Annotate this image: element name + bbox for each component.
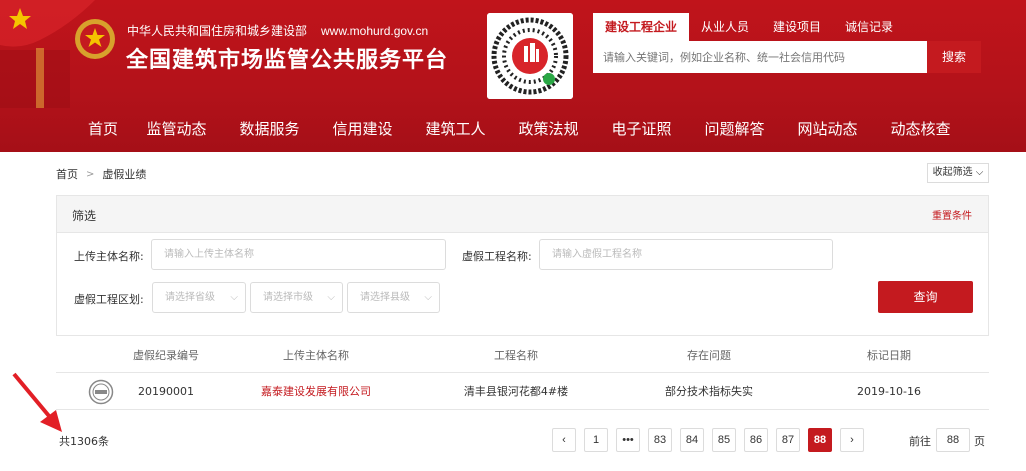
nav-item-policies[interactable]: 政策法规 [502,118,595,139]
page-button[interactable]: 1 [584,428,608,452]
total-count: 共1306条 [59,435,109,448]
chevron-down-icon: ⌵ [975,167,984,178]
reset-conditions-link[interactable]: 重置条件 [932,207,972,222]
column-header-project: 工程名称 [494,349,538,362]
search-tab-projects[interactable]: 建设项目 [761,13,833,41]
pagination: ‹ 1 ••• 83 84 85 86 87 88 › [552,428,872,452]
issue-text: 部分技术指标失实 [665,385,753,398]
column-header-issue: 存在问题 [687,349,731,362]
nav-item-home[interactable]: 首页 [70,118,130,139]
county-select[interactable]: 请选择县级 ⌵ [347,282,440,313]
province-select-value: 请选择省级 [165,292,215,303]
nav-item-site-news[interactable]: 网站动态 [781,118,874,139]
annotation-arrow-icon [12,372,62,432]
page-button[interactable]: 86 [744,428,768,452]
goto-page-input[interactable]: 88 [936,428,970,452]
next-page-button[interactable]: › [840,428,864,452]
chevron-down-icon: ⌵ [230,292,238,303]
page-button[interactable]: 87 [776,428,800,452]
collapse-filter-button[interactable]: 收起筛选 ⌵ [927,163,989,183]
page-button-current[interactable]: 88 [808,428,832,452]
nav-item-supervision[interactable]: 监管动态 [130,118,223,139]
mark-date: 2019-10-16 [857,384,921,398]
project-name: 清丰县银河花都4#楼 [463,385,569,398]
search-tab-personnel[interactable]: 从业人员 [689,13,761,41]
breadcrumb-current: 虚假业绩 [102,168,147,181]
breadcrumb-home[interactable]: 首页 [56,166,78,182]
filter-header: 筛选 重置条件 [57,196,988,233]
region-label: 虚假工程区划: [74,293,144,306]
breadcrumb: 首页 > 虚假业绩 [56,166,146,182]
site-subtitle: 中华人民共和国住房和城乡建设部 www.mohurd.gov.cn [127,22,428,39]
nav-item-verification[interactable]: 动态核查 [874,118,967,139]
record-id: 20190001 [138,384,194,398]
goto-label: 前往 [909,435,931,448]
table-header: 虚假纪录编号 上传主体名称 工程名称 存在问题 标记日期 [56,338,989,373]
search-tabs: 建设工程企业 从业人员 建设项目 诚信记录 [593,13,981,41]
site-header: 中华人民共和国住房和城乡建设部 www.mohurd.gov.cn 全国建筑市场监… [0,0,1026,152]
project-label: 虚假工程名称: [462,250,532,263]
chevron-left-icon: ‹ [562,434,566,446]
ministry-domain[interactable]: www.mohurd.gov.cn [321,24,428,38]
page-button[interactable]: 84 [680,428,704,452]
nav-item-data-services[interactable]: 数据服务 [223,118,316,139]
column-header-record-id: 虚假纪录编号 [133,349,199,362]
chevron-down-icon: ⌵ [327,292,335,303]
filter-panel: 筛选 重置条件 上传主体名称: 请输入上传主体名称 虚假工程名称: 请输入虚假工… [56,195,989,336]
emblem-icon [75,19,115,59]
nav-item-credit[interactable]: 信用建设 [316,118,409,139]
search-panel: 建设工程企业 从业人员 建设项目 诚信记录 搜索 [593,13,981,73]
project-input[interactable]: 请输入虚假工程名称 [539,239,833,270]
search-input[interactable] [593,41,927,73]
search-box: 搜索 [593,41,981,73]
search-tab-enterprise[interactable]: 建设工程企业 [593,13,690,41]
nav-item-faq[interactable]: 问题解答 [688,118,781,139]
site-title[interactable]: 全国建筑市场监管公共服务平台 [126,42,448,74]
qr-code-icon [487,13,573,99]
prev-page-button[interactable]: ‹ [552,428,576,452]
page-ellipsis[interactable]: ••• [616,428,640,452]
search-button[interactable]: 搜索 [927,41,981,73]
chevron-right-icon: > [86,168,95,180]
nav-item-e-certificates[interactable]: 电子证照 [595,118,688,139]
table-row[interactable]: 20190001 嘉泰建设发展有限公司 清丰县银河花都4#楼 部分技术指标失实 … [56,373,989,410]
search-tab-credit[interactable]: 诚信记录 [833,13,905,41]
ministry-name: 中华人民共和国住房和城乡建设部 [127,24,308,38]
query-button[interactable]: 查询 [878,281,973,313]
city-select-value: 请选择市级 [263,292,313,303]
county-select-value: 请选择县级 [360,292,410,303]
collapse-filter-label: 收起筛选 [932,167,973,178]
main-nav: 首页 监管动态 数据服务 信用建设 建筑工人 政策法规 电子证照 问题解答 网站… [70,118,967,139]
city-select[interactable]: 请选择市级 ⌵ [250,282,343,313]
page-button[interactable]: 83 [648,428,672,452]
chevron-down-icon: ⌵ [424,292,432,303]
uploader-label: 上传主体名称: [74,250,144,263]
chevron-right-icon: › [850,434,854,446]
nav-item-workers[interactable]: 建筑工人 [409,118,502,139]
column-header-uploader: 上传主体名称 [283,349,349,362]
uploader-name-link[interactable]: 嘉泰建设发展有限公司 [231,373,401,409]
filter-title: 筛选 [72,209,97,223]
uploader-input[interactable]: 请输入上传主体名称 [151,239,446,270]
goto-unit: 页 [974,435,985,448]
province-select[interactable]: 请选择省级 ⌵ [152,282,246,313]
column-header-date: 标记日期 [867,349,911,362]
page-button[interactable]: 85 [712,428,736,452]
